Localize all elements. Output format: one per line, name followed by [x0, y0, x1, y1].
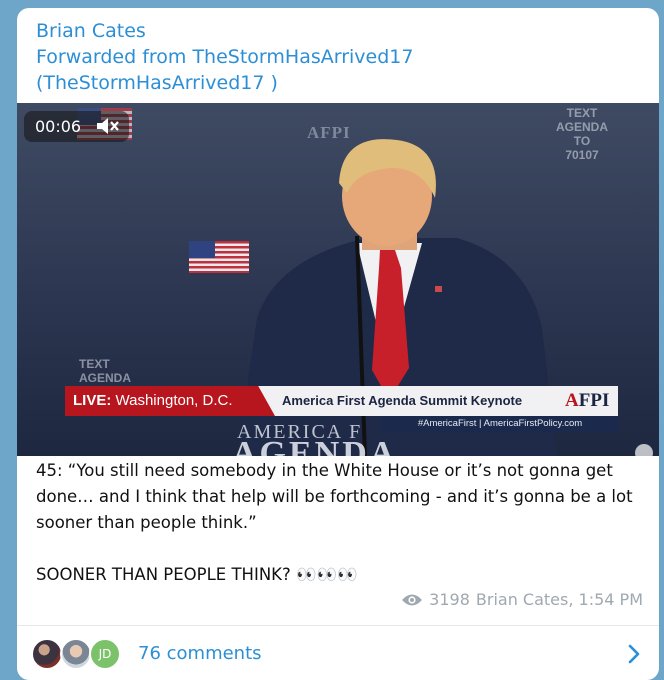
- view-count: 3198: [429, 590, 470, 609]
- text-agenda-line: TO: [573, 134, 591, 148]
- message-card: Brian Cates Forwarded from TheStormHasAr…: [17, 8, 659, 680]
- forwarded-from[interactable]: Forwarded from TheStormHasArrived17 (The…: [36, 44, 646, 96]
- avatar: [31, 638, 63, 670]
- live-banner: LIVE: Washington, D.C.: [65, 386, 275, 416]
- podium-text-large: AGENDA: [232, 435, 398, 456]
- eye-icon: [402, 594, 423, 606]
- message-text: 45: “You still need somebody in the Whit…: [36, 458, 644, 588]
- summit-title: America First Agenda Summit Keynote: [282, 393, 523, 408]
- text-agenda-sign: TEXT AGENDA: [79, 357, 159, 385]
- avatar: [60, 638, 92, 670]
- eyes-emoji: 👀👀👀: [296, 565, 358, 584]
- video-time: 00:06: [35, 117, 82, 136]
- avatar: JD: [89, 638, 121, 670]
- text-agenda-line: TEXT: [566, 106, 598, 120]
- video-corner-button[interactable]: [635, 444, 653, 456]
- video-player[interactable]: AFPI AFPI TEXT AGENDA TO 70107 TEXT AGEN…: [17, 103, 659, 456]
- afpi-logo: AFPI: [565, 386, 609, 416]
- afpi-logo-rest: FPI: [578, 390, 610, 411]
- message-meta: 3198 Brian Cates, 1:54 PM: [401, 588, 643, 612]
- text-agenda-sign: TEXT AGENDA TO 70107: [547, 106, 617, 162]
- message-emphasis-line: SOONER THAN PEOPLE THINK? 👀👀👀: [36, 562, 644, 588]
- comments-footer[interactable]: JD 76 comments: [17, 626, 659, 680]
- text-agenda-line: AGENDA: [79, 371, 132, 385]
- mute-icon[interactable]: [96, 117, 120, 135]
- post-signature: Brian Cates, 1:54 PM: [475, 590, 643, 609]
- comments-link[interactable]: 76 comments: [138, 641, 262, 667]
- chevron-right-icon[interactable]: [627, 643, 641, 665]
- text-agenda-line: TEXT: [79, 357, 110, 371]
- afpi-logo-a: A: [565, 390, 579, 411]
- text-agenda-line: AGENDA: [555, 120, 608, 134]
- author-name[interactable]: Brian Cates: [36, 18, 659, 44]
- text-agenda-line: 70107: [565, 148, 599, 162]
- message-emphasis: SOONER THAN PEOPLE THINK?: [36, 565, 291, 584]
- message-quote: 45: “You still need somebody in the Whit…: [36, 461, 633, 532]
- hashtag-line: #AmericaFirst | AmericaFirstPolicy.com: [382, 416, 618, 432]
- live-location: Washington, D.C.: [115, 392, 233, 409]
- live-label: LIVE:: [73, 392, 112, 409]
- message-header: Brian Cates Forwarded from TheStormHasAr…: [17, 8, 659, 96]
